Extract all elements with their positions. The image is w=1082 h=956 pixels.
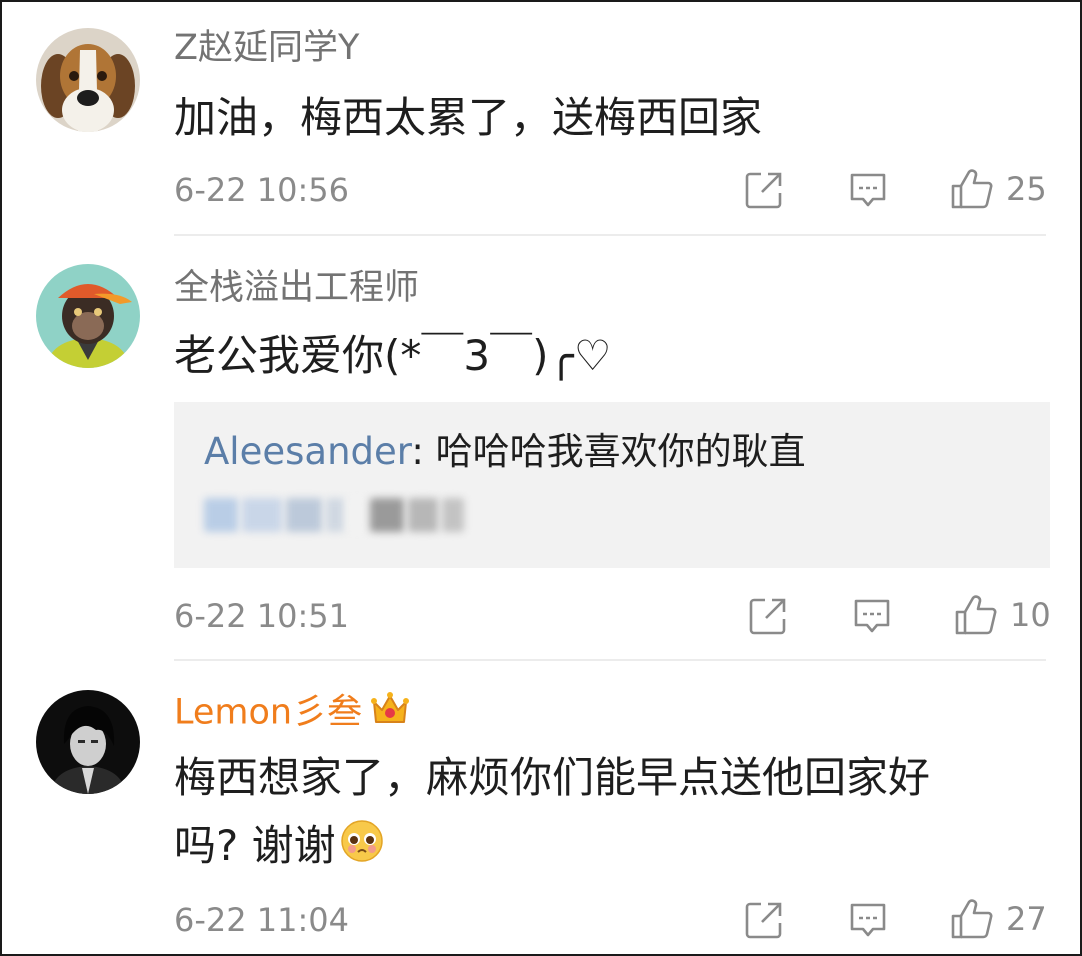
- timestamp: 6-22 10:56: [174, 171, 350, 209]
- like-button[interactable]: 25: [950, 168, 1047, 210]
- timestamp: 6-22 10:51: [174, 597, 350, 635]
- comment-text-line2: 吗? 谢谢: [174, 814, 384, 881]
- comment-list: Z赵延同学Y 加油，梅西太累了，送梅西回家 6-22 10:56 25 全栈溢出…: [0, 0, 1082, 956]
- like-count: 10: [1010, 596, 1051, 634]
- username-text: Lemon彡叁: [174, 692, 363, 733]
- share-button[interactable]: [748, 596, 788, 636]
- crown-icon: [370, 690, 410, 737]
- share-button[interactable]: [744, 900, 784, 940]
- username[interactable]: 全栈溢出工程师: [174, 266, 419, 310]
- share-icon: [745, 902, 782, 939]
- like-count: 27: [1006, 900, 1047, 938]
- timestamp: 6-22 11:04: [174, 901, 350, 939]
- like-button[interactable]: 10: [954, 594, 1051, 636]
- username[interactable]: Z赵延同学Y: [174, 26, 359, 70]
- like-button[interactable]: 27: [950, 898, 1047, 940]
- blurred-reply-meta: [204, 498, 464, 532]
- dark-hair-man-avatar: [36, 690, 140, 794]
- thumbs-up-icon: [955, 595, 997, 635]
- share-icon: [749, 598, 786, 635]
- chimpanzee-cap-avatar: [36, 264, 140, 368]
- comment-icon: [854, 599, 890, 633]
- reply-text: 哈哈哈我喜欢你的耿直: [435, 430, 806, 473]
- comment-icon: [850, 903, 886, 937]
- comment-button[interactable]: [852, 596, 892, 636]
- share-icon: [745, 172, 782, 209]
- comment-text: 梅西想家了，麻烦你们能早点送他回家好: [174, 753, 931, 802]
- like-count: 25: [1006, 170, 1047, 208]
- comment-button[interactable]: [848, 900, 888, 940]
- comment-text-line2-text: 吗? 谢谢: [174, 821, 336, 870]
- divider: [174, 659, 1046, 661]
- avatar[interactable]: [36, 28, 140, 132]
- reply-username[interactable]: Aleesander: [204, 430, 411, 473]
- avatar[interactable]: [36, 690, 140, 794]
- avatar[interactable]: [36, 264, 140, 368]
- reply-separator: :: [411, 430, 436, 473]
- share-button[interactable]: [744, 170, 784, 210]
- reply-line: Aleesander: 哈哈哈我喜欢你的耿直: [204, 428, 806, 476]
- reply-preview[interactable]: Aleesander: 哈哈哈我喜欢你的耿直: [174, 402, 1050, 568]
- pleading-face-emoji: [340, 817, 384, 881]
- comment-icon: [850, 173, 886, 207]
- thumbs-up-icon: [951, 169, 993, 209]
- beagle-dog-avatar: [36, 28, 140, 132]
- comment-button[interactable]: [848, 170, 888, 210]
- comment-text: 加油，梅西太累了，送梅西回家: [174, 93, 763, 142]
- thumbs-up-icon: [951, 899, 993, 939]
- comment-text: 老公我爱你(*￣3￣)╭♡: [174, 331, 612, 380]
- username-vip[interactable]: Lemon彡叁: [174, 690, 410, 737]
- divider: [174, 234, 1046, 236]
